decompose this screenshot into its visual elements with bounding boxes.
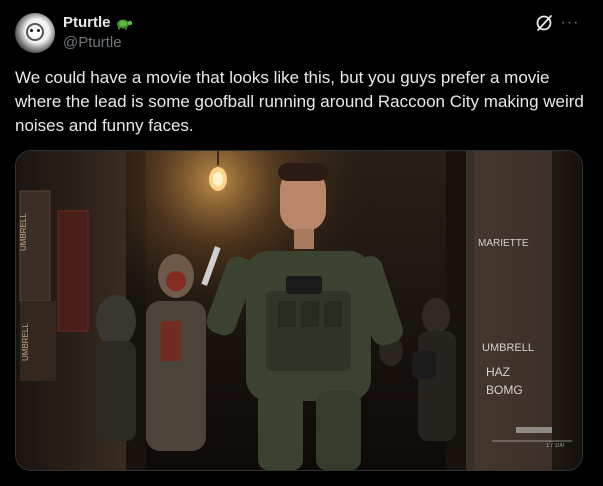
tweet-post: Pturtle @Pturtle ··· We could have a mov… [0, 0, 603, 486]
graffiti-left-1: UMBRELL [19, 213, 28, 251]
hud-text: 1 / 100 [546, 443, 565, 449]
avatar-face [26, 23, 44, 41]
graffiti-left-2: UMBRELL [21, 323, 30, 361]
author-display-name[interactable]: Pturtle [63, 14, 111, 31]
avatar[interactable] [15, 13, 55, 53]
avatar-eye-right [37, 29, 40, 32]
graffiti-right-1: MARIETTE [478, 238, 529, 249]
more-options-icon[interactable]: ··· [559, 12, 581, 34]
author-handle[interactable]: @Pturtle [63, 34, 122, 51]
grok-slash-icon[interactable] [533, 12, 555, 34]
turtle-emoji-icon [115, 16, 133, 30]
graffiti-right-2: UMBRELL [482, 342, 534, 354]
author-name-row: Pturtle [63, 14, 133, 31]
graffiti-right-4: BOMG [486, 383, 523, 397]
tweet-media-image[interactable]: UMBRELL UMBRELL MARIETTE UMBRELL HAZ BOM… [15, 150, 583, 471]
tweet-text: We could have a movie that looks like th… [15, 68, 584, 135]
right-wall: MARIETTE UMBRELL HAZ BOMG [466, 151, 582, 470]
avatar-eye-left [30, 29, 33, 32]
graffiti-right-3: HAZ [486, 365, 510, 379]
